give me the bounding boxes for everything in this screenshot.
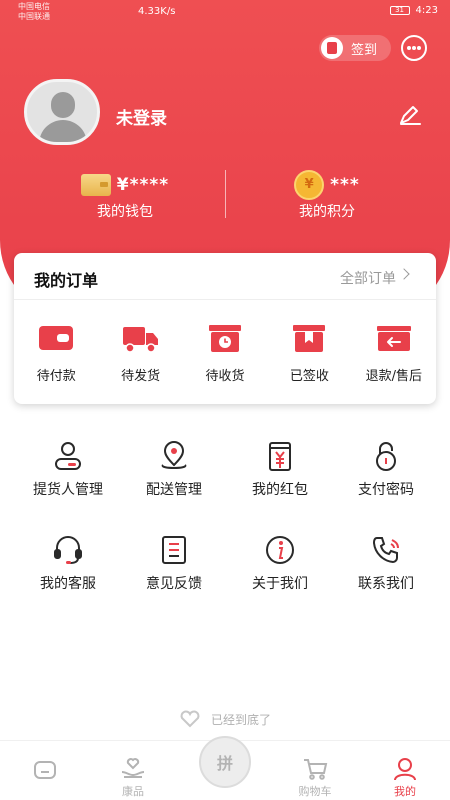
avatar[interactable] [24,79,100,145]
username[interactable]: 未登录 [116,104,167,129]
signin-button[interactable]: 签到 [319,35,391,61]
order-item-signed[interactable]: 已签收 [267,323,351,384]
stat-divider [225,170,226,218]
status-right: 31 4:23 [389,5,438,16]
tab-kangpin[interactable]: 康品 [88,741,178,800]
service-grid: 提货人管理 配送管理 我的红包 支付密码 我的客服 意见反馈 关于我们 联系我们 [0,440,450,628]
divider [14,299,436,300]
service-pay-password[interactable]: 支付密码 [333,440,439,534]
hands-heart-icon [121,758,145,778]
service-label: 支付密码 [358,482,414,498]
dot-icon [407,46,411,50]
order-item-to-receive[interactable]: 待收货 [183,323,267,384]
service-label: 我的红包 [252,482,308,498]
service-row: 我的客服 意见反馈 关于我们 联系我们 [0,534,450,628]
order-status-row: 待付款 待发货 待收货 已签收 退款/售后 [14,323,436,384]
user-card-icon [55,442,81,470]
service-label: 我的客服 [40,576,96,592]
service-feedback[interactable]: 意见反馈 [121,534,227,628]
tab-label: 康品 [122,785,144,798]
service-pickup-person[interactable]: 提货人管理 [15,440,121,534]
wallet-icon [80,174,111,196]
order-item-refund[interactable]: 退款/售后 [352,323,436,384]
service-contact-us[interactable]: 联系我们 [333,534,439,628]
service-label: 关于我们 [252,576,308,592]
cart-icon [304,759,328,780]
tab-cart[interactable]: 购物车 [270,741,360,800]
wallet-icon [39,326,74,350]
end-of-list-text: 已经到底了 [210,712,271,727]
order-item-label: 已签收 [289,369,329,384]
clock-box-icon [208,325,241,352]
points-label: 我的积分 [299,204,355,220]
avatar-body [39,120,87,142]
status-bar: 中国电信 中国联通 4.33K/s 31 4:23 [0,0,450,24]
tab-label: 购物车 [298,785,332,798]
truck-icon [122,327,158,353]
end-of-list-note: 已经到底了 [0,710,450,728]
feedback-icon [162,536,186,564]
order-item-label: 待收货 [205,369,245,384]
service-about-us[interactable]: 关于我们 [227,534,333,628]
service-label: 联系我们 [358,576,414,592]
edit-icon[interactable] [398,103,422,127]
dot-icon [417,46,421,50]
service-red-envelope[interactable]: 我的红包 [227,440,333,534]
message-button[interactable] [401,35,427,61]
order-item-label: 退款/售后 [365,369,422,384]
carrier-2: 中国联通 [18,12,50,21]
order-item-label: 待发货 [121,369,161,384]
battery-icon: 31 [389,6,410,15]
bookmark-box-icon [293,325,326,352]
wallet-value: ¥**** [116,175,170,195]
tab-home[interactable] [0,741,90,800]
coin-icon: ¥ [294,170,325,200]
service-customer-service[interactable]: 我的客服 [15,534,121,628]
net-speed: 4.33K/s [138,6,176,17]
wallet-label: 我的钱包 [97,204,153,220]
wallet-stat[interactable]: ¥**** 我的钱包 [60,172,190,221]
avatar-head [51,92,75,118]
signin-label: 签到 [351,42,378,58]
points-value: *** [330,175,360,195]
all-orders-label: 全部订单 [340,271,396,287]
phone-icon [372,537,399,564]
service-delivery[interactable]: 配送管理 [121,440,227,534]
lock-icon [376,442,396,471]
red-envelope-icon [269,442,291,471]
carrier-info: 中国电信 中国联通 [18,2,50,22]
service-label: 配送管理 [146,482,202,498]
heart-logo-icon [180,710,200,728]
order-card: 我的订单 全部订单 待付款 待发货 待收货 已签收 退款/售后 [14,253,436,404]
service-row: 提货人管理 配送管理 我的红包 支付密码 [0,440,450,534]
order-item-label: 待付款 [36,369,76,384]
order-item-pending-payment[interactable]: 待付款 [14,323,98,384]
tab-label: 我的 [394,785,416,798]
clock-time: 4:23 [415,5,438,16]
home-icon [34,761,56,779]
service-label: 意见反馈 [146,576,202,592]
pin-group-icon: 拼 [216,754,233,773]
return-icon [376,326,411,351]
info-icon [266,536,294,564]
service-label: 提货人管理 [33,482,103,498]
dot-icon [412,46,416,50]
order-title: 我的订单 [34,271,99,290]
carrier-1: 中国电信 [18,2,50,11]
headset-icon [54,536,82,564]
points-stat[interactable]: ¥ *** 我的积分 [262,170,392,221]
tab-mine[interactable]: 我的 [360,741,450,800]
user-icon [394,758,416,781]
location-pin-icon [161,441,187,469]
gift-icon [321,37,343,59]
order-item-to-ship[interactable]: 待发货 [98,323,182,384]
tab-pin-group[interactable]: 拼 [199,736,251,788]
